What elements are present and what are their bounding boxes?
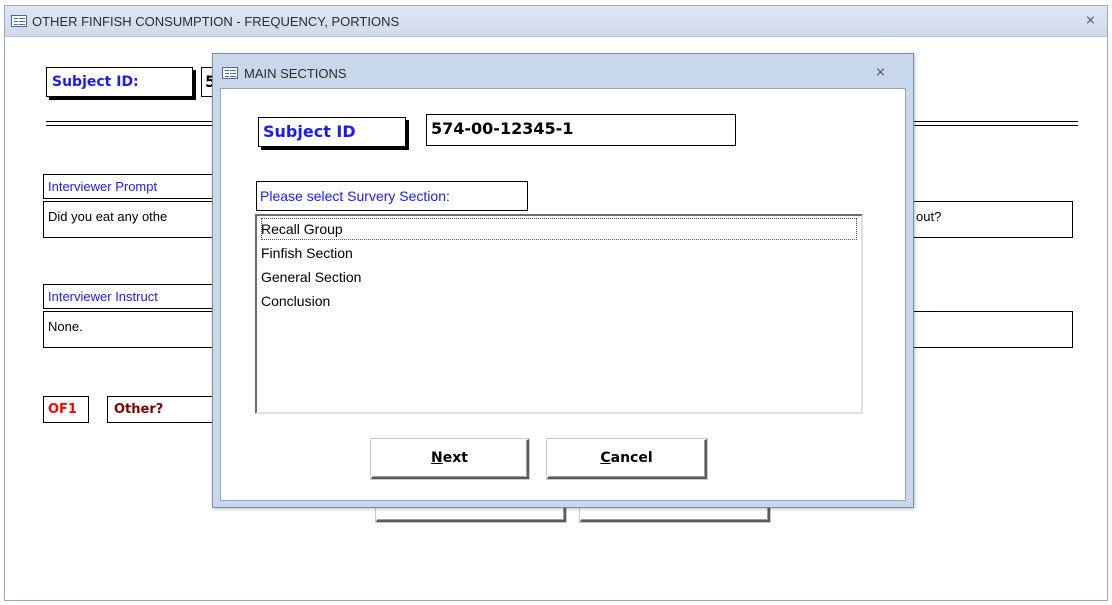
dialog-body: Subject ID 574-00-12345-1 Please select … (220, 88, 906, 501)
instructions-text-right[interactable] (911, 311, 1073, 348)
list-item-recall-group[interactable]: Recall Group (261, 218, 857, 240)
select-section-prompt: Please select Survery Section: (256, 181, 528, 211)
question-label: Other? (107, 396, 218, 423)
question-code: OF1 (43, 396, 89, 423)
list-item-finfish-section[interactable]: Finfish Section (261, 242, 353, 264)
background-window-title: OTHER FINFISH CONSUMPTION - FREQUENCY, P… (32, 14, 400, 29)
background-title-bar[interactable]: OTHER FINFISH CONSUMPTION - FREQUENCY, P… (5, 6, 1107, 37)
close-icon[interactable]: ⨯ (1085, 14, 1096, 28)
cancel-button-rest: ancel (610, 450, 653, 466)
form-icon (222, 67, 238, 79)
prompt-text[interactable]: Did you eat any othe (43, 201, 218, 238)
interviewer-prompt-label: Interviewer Prompt (43, 174, 218, 199)
subject-id-label: Subject ID: (46, 67, 193, 97)
section-divider-left (46, 121, 216, 126)
dialog-subject-id-label: Subject ID (258, 117, 406, 147)
close-icon[interactable]: ⨯ (875, 66, 886, 80)
next-button-accelerator: N (431, 450, 443, 466)
section-listbox[interactable]: Recall Group Finfish Section General Sec… (255, 214, 863, 414)
main-sections-dialog: MAIN SECTIONS ⨯ Subject ID 574-00-12345-… (212, 53, 914, 508)
list-item-general-section[interactable]: General Section (261, 266, 361, 288)
next-button[interactable]: Next (371, 439, 529, 479)
prompt-text-right[interactable]: out? (911, 201, 1073, 238)
list-item-conclusion[interactable]: Conclusion (261, 290, 330, 312)
instructions-text[interactable]: None. (43, 311, 218, 348)
cancel-button-accelerator: C (600, 450, 611, 466)
form-icon (11, 15, 27, 27)
section-divider-right (913, 121, 1078, 126)
interviewer-instructions-label: Interviewer Instruct (43, 284, 218, 309)
dialog-subject-id-value[interactable]: 574-00-12345-1 (426, 114, 736, 146)
next-button-rest: ext (442, 450, 468, 466)
dialog-title: MAIN SECTIONS (244, 66, 347, 81)
cancel-button[interactable]: Cancel (547, 439, 707, 479)
